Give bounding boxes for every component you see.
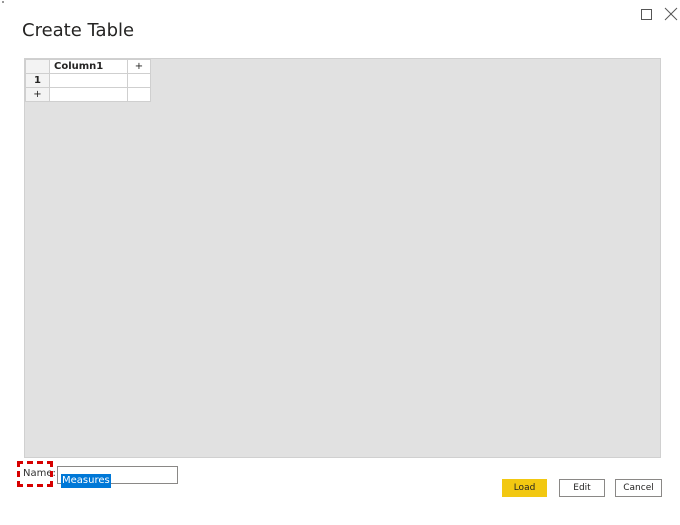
add-row-button[interactable]: + <box>25 87 50 102</box>
name-input[interactable]: Measures <box>57 466 178 488</box>
maximize-icon <box>641 9 652 20</box>
empty-cell <box>127 73 151 88</box>
add-column-button[interactable]: + <box>127 59 151 74</box>
column-header[interactable]: Column1 <box>49 59 128 74</box>
table-editor-area[interactable]: Column1 + 1 + <box>24 58 661 458</box>
close-button[interactable] <box>664 7 678 21</box>
cancel-button[interactable]: Cancel <box>615 479 662 497</box>
window-corner-dot <box>2 1 4 3</box>
table-row: 1 <box>25 73 151 88</box>
load-button[interactable]: Load <box>502 479 547 497</box>
table-corner-cell <box>25 59 50 74</box>
table-header-row: Column1 + <box>25 59 151 74</box>
name-input-value: Measures <box>61 474 111 488</box>
data-table: Column1 + 1 + <box>25 59 151 102</box>
edit-button[interactable]: Edit <box>559 479 605 497</box>
add-row: + <box>25 87 151 102</box>
table-cell[interactable] <box>49 73 128 88</box>
empty-cell <box>49 87 128 102</box>
maximize-button[interactable] <box>640 7 654 21</box>
row-number: 1 <box>25 73 50 88</box>
dialog-title: Create Table <box>22 20 135 41</box>
empty-cell <box>127 87 151 102</box>
close-icon <box>664 7 678 21</box>
highlight-box <box>17 461 53 487</box>
